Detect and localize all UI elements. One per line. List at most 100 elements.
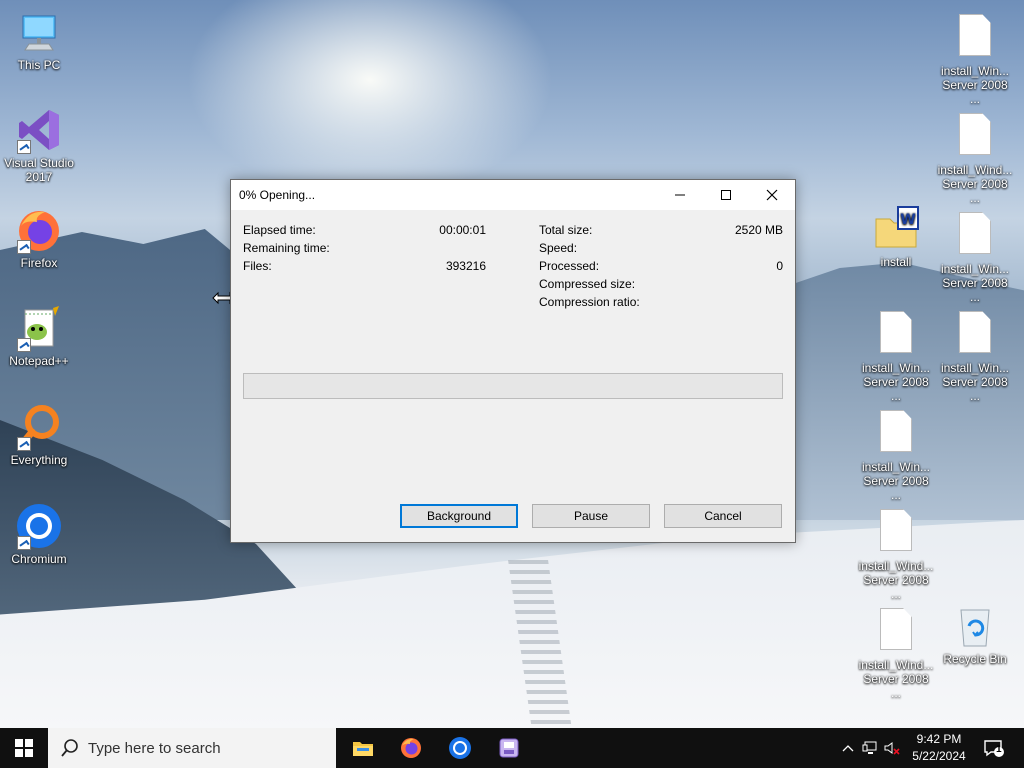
elapsed-time-value: 00:00:01 [439, 223, 486, 237]
minimize-button[interactable] [657, 180, 703, 210]
file-icon [872, 509, 920, 557]
desktop-icon-file[interactable]: install_Wind... Server 2008 ... [858, 503, 934, 601]
chromium-icon [15, 502, 63, 550]
total-size-label: Total size: [539, 223, 593, 237]
recycle-bin-icon [951, 602, 999, 650]
network-tray-button[interactable] [860, 728, 880, 768]
desktop-icon-label: Notepad++ [9, 354, 69, 368]
file-icon [951, 14, 999, 62]
file-icon [951, 113, 999, 161]
desktop-icon-label: Firefox [20, 256, 58, 270]
desktop-icon-this-pc[interactable]: This PC [1, 8, 77, 72]
maximize-icon [721, 190, 731, 200]
desktop-icon-label: install_Wind... Server 2008 ... [858, 559, 934, 601]
remaining-time-label: Remaining time: [243, 241, 330, 255]
desktop-icon-everything[interactable]: Everything [1, 403, 77, 467]
file-icon [872, 608, 920, 656]
elapsed-time-label: Elapsed time: [243, 223, 316, 237]
desktop-icon-file[interactable]: install_Win... Server 2008 ... [937, 206, 1013, 304]
desktop-icon-label: install_Win... Server 2008 ... [940, 262, 1010, 304]
processed-value: 0 [776, 259, 783, 273]
desktop-icon-label: install_Win... Server 2008 ... [861, 361, 931, 403]
desktop-icon-file[interactable]: install_Win... Server 2008 ... [858, 305, 934, 403]
taskbar-search-box[interactable]: Type here to search [48, 728, 336, 768]
volume-tray-button[interactable] [882, 728, 902, 768]
file-icon [951, 311, 999, 359]
file-icon [872, 311, 920, 359]
app-icon [499, 738, 519, 758]
desktop-icon-file[interactable]: install_Wind... Server 2008 ... [937, 107, 1013, 205]
taskbar-chromium[interactable] [436, 728, 484, 768]
desktop-icon-file[interactable]: install_Win... Server 2008 ... [937, 305, 1013, 403]
shortcut-arrow-icon [17, 536, 31, 550]
firefox-icon [15, 206, 63, 254]
desktop-icon-label: install_Wind... Server 2008 ... [937, 163, 1013, 205]
show-hidden-icons-button[interactable] [838, 728, 858, 768]
firefox-icon [401, 738, 421, 758]
minimize-icon [675, 194, 685, 196]
svg-text:W: W [900, 212, 915, 228]
chevron-up-icon [842, 745, 854, 752]
close-button[interactable] [749, 180, 795, 210]
windows-logo-icon [15, 739, 33, 757]
total-size-value: 2520 MB [734, 223, 783, 237]
desktop-icon-visual-studio[interactable]: Visual Studio 2017 [1, 106, 77, 184]
taskbar-app[interactable] [485, 728, 533, 768]
shortcut-arrow-icon [17, 437, 31, 451]
compressed-size-label: Compressed size: [539, 277, 636, 291]
desktop-icon-recycle-bin[interactable]: Recycle Bin [937, 602, 1013, 666]
everything-icon [15, 403, 63, 451]
desktop-icon-label: Recycle Bin [943, 652, 1007, 666]
dialog-title: 0% Opening... [239, 188, 316, 202]
search-icon [58, 736, 82, 760]
clock-date: 5/22/2024 [912, 749, 966, 763]
desktop-icon-label: Chromium [11, 552, 67, 566]
desktop-icon-label: Visual Studio 2017 [4, 156, 74, 184]
background-button[interactable]: Background [400, 504, 518, 528]
pause-button[interactable]: Pause [532, 504, 650, 528]
desktop-icon-notepadpp[interactable]: Notepad++ [1, 304, 77, 368]
file-icon [951, 212, 999, 260]
maximize-button[interactable] [703, 180, 749, 210]
files-value: 393216 [445, 259, 486, 273]
volume-muted-icon [884, 742, 900, 755]
visual-studio-icon [15, 106, 63, 154]
taskbar: Type here to search 9:42 PM 5/22/2024 1 [0, 728, 1024, 768]
chromium-icon [449, 737, 471, 759]
desktop-icon-file[interactable]: install_Win... Server 2008 ... [937, 8, 1013, 106]
shortcut-arrow-icon [17, 338, 31, 352]
taskbar-firefox[interactable] [387, 728, 435, 768]
desktop-icon-file[interactable]: install_Wind... Server 2008 ... [858, 602, 934, 700]
desktop-icon-file[interactable]: install_Win... Server 2008 ... [858, 404, 934, 502]
speed-label: Speed: [539, 241, 578, 255]
notification-count: 1 [996, 744, 1002, 755]
taskbar-clock[interactable]: 9:42 PM 5/22/2024 [900, 731, 978, 765]
compression-ratio-label: Compression ratio: [539, 295, 640, 309]
desktop-icon-chromium[interactable]: Chromium [1, 502, 77, 566]
taskbar-file-explorer[interactable] [339, 728, 387, 768]
desktop-icon-install-folder[interactable]: W install [858, 205, 934, 269]
start-button[interactable] [0, 728, 48, 768]
progress-bar [243, 373, 783, 399]
desktop-icon-label: install_Win... Server 2008 ... [861, 460, 931, 502]
close-icon [766, 189, 778, 201]
processed-label: Processed: [539, 259, 600, 273]
shortcut-arrow-icon [17, 240, 31, 254]
desktop-icon-firefox[interactable]: Firefox [1, 206, 77, 270]
cancel-button[interactable]: Cancel [664, 504, 782, 528]
desktop-icon-label: Everything [10, 453, 68, 467]
desktop-icon-label: install_Wind... Server 2008 ... [858, 658, 934, 700]
this-pc-icon [15, 8, 63, 56]
shortcut-arrow-icon [17, 140, 31, 154]
notification-center-button[interactable]: 1 [980, 728, 1008, 768]
folder-word-icon: W [872, 205, 920, 253]
desktop-icon-label: install_Win... Server 2008 ... [940, 64, 1010, 106]
dialog-titlebar[interactable]: 0% Opening... [231, 180, 795, 210]
network-icon [862, 741, 877, 754]
file-icon [872, 410, 920, 458]
desktop-icon-label: install [880, 255, 912, 269]
search-placeholder: Type here to search [88, 739, 221, 757]
notepadpp-icon [15, 304, 63, 352]
progress-dialog[interactable]: 0% Opening... Elapsed time: 00:00:01 Rem… [230, 179, 796, 543]
files-label: Files: [243, 259, 272, 273]
